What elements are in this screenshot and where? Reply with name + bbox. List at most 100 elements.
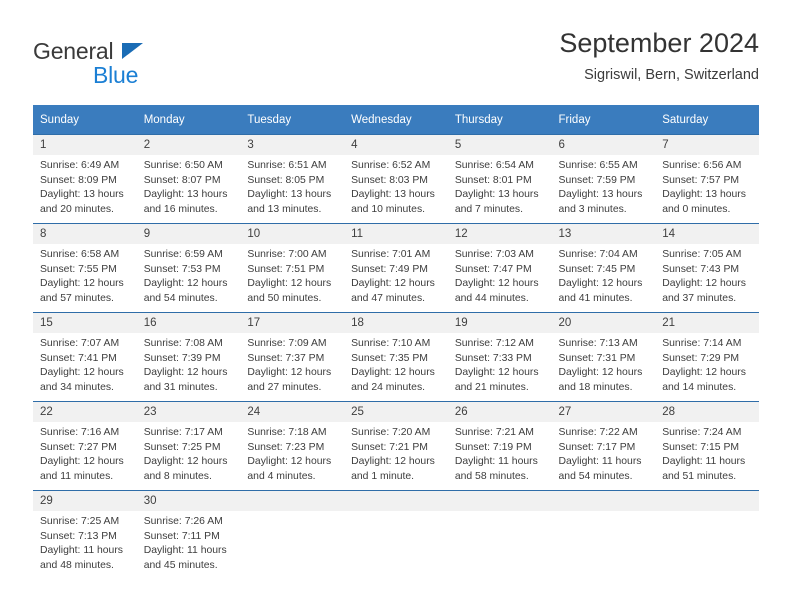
day-info: Sunrise: 7:25 AM Sunset: 7:13 PM Daylight:…: [33, 511, 137, 573]
calendar-day-cell[interactable]: 6 Sunrise: 6:55 AM Sunset: 7:59 PM Daylight…: [551, 134, 656, 224]
weekday-header-saturday: Saturday: [655, 105, 759, 135]
daylight-text: Daylight: 12 hours and 31 minutes.: [143, 367, 228, 393]
sunset-text: Sunset: 7:11 PM: [143, 530, 220, 542]
day-info: Sunrise: 7:09 AM Sunset: 7:37 PM Daylight:…: [240, 333, 344, 395]
calendar-day-cell[interactable]: 8 Sunrise: 6:58 AM Sunset: 7:55 PM Daylight…: [33, 223, 137, 313]
day-number: 23: [136, 402, 241, 422]
day-number: 27: [551, 402, 656, 422]
calendar-day-cell[interactable]: 4 Sunrise: 6:52 AM Sunset: 8:03 PM Daylight…: [344, 134, 448, 224]
calendar-day-cell[interactable]: 27 Sunrise: 7:22 AM Sunset: 7:17 PM Dayligh…: [551, 401, 656, 491]
calendar-day-cell[interactable]: 18 Sunrise: 7:10 AM Sunset: 7:35 PM Dayligh…: [344, 312, 448, 402]
daylight-text: Daylight: 12 hours and 34 minutes.: [40, 367, 124, 393]
calendar-day-cell[interactable]: 28 Sunrise: 7:24 AM Sunset: 7:15 PM Dayligh…: [655, 401, 759, 491]
calendar-day-cell[interactable]: 7 Sunrise: 6:56 AM Sunset: 7:57 PM Daylight…: [655, 134, 759, 224]
sunset-text: Sunset: 7:43 PM: [662, 263, 740, 275]
daylight-text: Daylight: 13 hours and 3 minutes.: [558, 189, 643, 215]
daylight-text: Daylight: 12 hours and 27 minutes.: [247, 367, 332, 393]
sunrise-text: Sunrise: 7:18 AM: [247, 427, 327, 438]
calendar-day-cell[interactable]: 29 Sunrise: 7:25 AM Sunset: 7:13 PM Dayligh…: [33, 490, 137, 579]
calendar-day-cell[interactable]: 5 Sunrise: 6:54 AM Sunset: 8:01 PM Daylight…: [447, 134, 552, 224]
calendar-day-cell[interactable]: 11 Sunrise: 7:01 AM Sunset: 7:49 PM Dayligh…: [344, 223, 448, 313]
calendar-day-cell[interactable]: 12 Sunrise: 7:03 AM Sunset: 7:47 PM Dayligh…: [447, 223, 552, 313]
daylight-text: Daylight: 11 hours and 51 minutes.: [662, 456, 746, 482]
sunrise-text: Sunrise: 7:03 AM: [454, 249, 534, 260]
day-info: Sunrise: 7:20 AM Sunset: 7:21 PM Daylight:…: [344, 422, 448, 484]
day-number: 15: [33, 313, 137, 333]
calendar-day-cell[interactable]: 10 Sunrise: 7:00 AM Sunset: 7:51 PM Dayligh…: [240, 223, 345, 313]
calendar-day-cell[interactable]: 9 Sunrise: 6:59 AM Sunset: 7:53 PM Daylight…: [136, 223, 241, 313]
sunset-text: Sunset: 7:59 PM: [558, 174, 636, 186]
sunrise-text: Sunrise: 7:24 AM: [662, 427, 742, 438]
calendar-week-row: 1 Sunrise: 6:49 AM Sunset: 8:09 PM Daylight…: [33, 134, 759, 224]
daylight-text: Daylight: 11 hours and 48 minutes.: [40, 545, 123, 571]
day-number: [240, 491, 345, 511]
daylight-text: Daylight: 12 hours and 24 minutes.: [351, 367, 435, 393]
day-info: Sunrise: 7:10 AM Sunset: 7:35 PM Daylight:…: [344, 333, 448, 395]
calendar-page: General Blue September 2024 Sigriswil, B…: [0, 0, 792, 612]
day-number: 9: [136, 224, 241, 244]
calendar-day-cell[interactable]: 14 Sunrise: 7:05 AM Sunset: 7:43 PM Dayligh…: [655, 223, 759, 313]
day-number: [344, 491, 448, 511]
calendar-day-cell[interactable]: 19 Sunrise: 7:12 AM Sunset: 7:33 PM Dayligh…: [447, 312, 552, 402]
daylight-text: Daylight: 12 hours and 57 minutes.: [40, 278, 124, 304]
day-info: Sunrise: 7:18 AM Sunset: 7:23 PM Daylight:…: [240, 422, 344, 484]
day-info: Sunrise: 7:22 AM Sunset: 7:17 PM Daylight:…: [552, 422, 656, 484]
calendar-day-cell-empty: [551, 490, 656, 579]
day-info: Sunrise: 7:13 AM Sunset: 7:31 PM Daylight:…: [552, 333, 656, 395]
sunset-text: Sunset: 7:55 PM: [40, 263, 117, 275]
calendar-day-cell[interactable]: 21 Sunrise: 7:14 AM Sunset: 7:29 PM Dayligh…: [655, 312, 759, 402]
sunrise-text: Sunrise: 7:12 AM: [454, 338, 534, 349]
calendar-day-cell[interactable]: 3 Sunrise: 6:51 AM Sunset: 8:05 PM Daylight…: [240, 134, 345, 224]
daylight-text: Daylight: 11 hours and 45 minutes.: [143, 545, 227, 571]
day-info: Sunrise: 6:55 AM Sunset: 7:59 PM Daylight:…: [552, 155, 656, 217]
sunrise-text: Sunrise: 6:55 AM: [558, 160, 638, 171]
calendar-day-cell[interactable]: 20 Sunrise: 7:13 AM Sunset: 7:31 PM Dayligh…: [551, 312, 656, 402]
day-info: Sunrise: 7:04 AM Sunset: 7:45 PM Daylight:…: [552, 244, 656, 306]
sunrise-text: Sunrise: 7:10 AM: [351, 338, 431, 349]
day-number: 11: [344, 224, 448, 244]
day-number: 10: [240, 224, 345, 244]
calendar-day-cell[interactable]: 2 Sunrise: 6:50 AM Sunset: 8:07 PM Daylight…: [136, 134, 241, 224]
weekday-header-sunday: Sunday: [33, 105, 137, 135]
sunset-text: Sunset: 7:27 PM: [40, 441, 117, 453]
day-info: Sunrise: 7:17 AM Sunset: 7:25 PM Daylight:…: [137, 422, 241, 484]
sunset-text: Sunset: 7:17 PM: [558, 441, 636, 453]
sunrise-text: Sunrise: 6:56 AM: [662, 160, 742, 171]
calendar-week-row: 22 Sunrise: 7:16 AM Sunset: 7:27 PM Dayligh…: [33, 401, 759, 491]
sunrise-text: Sunrise: 7:14 AM: [662, 338, 742, 349]
day-info: Sunrise: 6:50 AM Sunset: 8:07 PM Daylight:…: [137, 155, 241, 217]
sunrise-text: Sunrise: 6:51 AM: [247, 160, 327, 171]
day-info: Sunrise: 7:12 AM Sunset: 7:33 PM Daylight:…: [448, 333, 552, 395]
calendar-day-cell[interactable]: 30 Sunrise: 7:26 AM Sunset: 7:11 PM Dayligh…: [136, 490, 241, 579]
day-number: 6: [551, 135, 656, 155]
sunset-text: Sunset: 7:25 PM: [143, 441, 221, 453]
daylight-text: Daylight: 13 hours and 13 minutes.: [247, 189, 332, 215]
sunrise-text: Sunrise: 7:13 AM: [558, 338, 638, 349]
calendar-day-cell[interactable]: 24 Sunrise: 7:18 AM Sunset: 7:23 PM Dayligh…: [240, 401, 345, 491]
sunrise-text: Sunrise: 7:01 AM: [351, 249, 431, 260]
calendar-day-cell[interactable]: 23 Sunrise: 7:17 AM Sunset: 7:25 PM Dayligh…: [136, 401, 241, 491]
calendar-day-cell[interactable]: 17 Sunrise: 7:09 AM Sunset: 7:37 PM Dayligh…: [240, 312, 345, 402]
sunrise-text: Sunrise: 7:08 AM: [143, 338, 223, 349]
daylight-text: Daylight: 13 hours and 16 minutes.: [143, 189, 228, 215]
daylight-text: Daylight: 12 hours and 8 minutes.: [143, 456, 228, 482]
sunset-text: Sunset: 7:35 PM: [351, 352, 428, 364]
calendar-day-cell[interactable]: 22 Sunrise: 7:16 AM Sunset: 7:27 PM Dayligh…: [33, 401, 137, 491]
calendar-day-cell[interactable]: 1 Sunrise: 6:49 AM Sunset: 8:09 PM Daylight…: [33, 134, 137, 224]
calendar-week-row: 29 Sunrise: 7:25 AM Sunset: 7:13 PM Dayligh…: [33, 490, 759, 579]
sunset-text: Sunset: 7:39 PM: [143, 352, 221, 364]
day-info: Sunrise: 6:51 AM Sunset: 8:05 PM Daylight:…: [240, 155, 344, 217]
sunset-text: Sunset: 7:49 PM: [351, 263, 428, 275]
calendar-day-cell[interactable]: 16 Sunrise: 7:08 AM Sunset: 7:39 PM Dayligh…: [136, 312, 241, 402]
day-number: 3: [240, 135, 345, 155]
calendar-day-cell[interactable]: 25 Sunrise: 7:20 AM Sunset: 7:21 PM Dayligh…: [344, 401, 448, 491]
calendar-day-cell[interactable]: 13 Sunrise: 7:04 AM Sunset: 7:45 PM Dayligh…: [551, 223, 656, 313]
calendar-day-cell-empty: [344, 490, 448, 579]
calendar-day-cell[interactable]: 26 Sunrise: 7:21 AM Sunset: 7:19 PM Dayligh…: [447, 401, 552, 491]
day-info: Sunrise: 6:58 AM Sunset: 7:55 PM Daylight:…: [33, 244, 137, 306]
daylight-text: Daylight: 11 hours and 54 minutes.: [558, 456, 642, 482]
sunset-text: Sunset: 8:05 PM: [247, 174, 325, 186]
sunrise-text: Sunrise: 7:26 AM: [143, 516, 223, 527]
day-number: 25: [344, 402, 448, 422]
calendar-day-cell[interactable]: 15 Sunrise: 7:07 AM Sunset: 7:41 PM Dayligh…: [33, 312, 137, 402]
